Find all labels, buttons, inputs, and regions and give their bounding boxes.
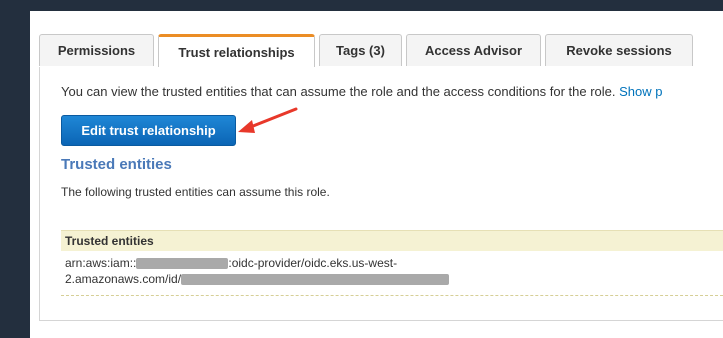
table-header: Trusted entities [61, 230, 723, 251]
arn-line2-prefix: 2.amazonaws.com/id/ [65, 272, 182, 286]
tab-content: You can view the trusted entities that c… [39, 67, 723, 321]
entity-line-2: 2.amazonaws.com/id/ [65, 271, 723, 287]
show-policy-link[interactable]: Show p [619, 84, 662, 99]
arn-middle: :oidc-provider/oidc.eks.us-west- [228, 256, 398, 270]
redacted-oidc-id [181, 274, 450, 286]
entity-line-1: arn:aws:iam:::oidc-provider/oidc.eks.us-… [65, 255, 723, 271]
role-details-panel: Permissions Trust relationships Tags (3)… [30, 11, 723, 338]
tab-access-advisor[interactable]: Access Advisor [406, 34, 541, 66]
edit-trust-relationship-button[interactable]: Edit trust relationship [61, 115, 236, 146]
description: You can view the trusted entities that c… [61, 84, 663, 99]
red-arrow-annotation [238, 107, 298, 133]
tab-trust-relationships[interactable]: Trust relationships [158, 34, 315, 67]
trusted-entities-subtitle: The following trusted entities can assum… [61, 185, 330, 199]
tab-tags[interactable]: Tags (3) [319, 34, 402, 66]
arn-prefix: arn:aws:iam:: [65, 256, 137, 270]
description-text: You can view the trusted entities that c… [61, 84, 620, 99]
tab-permissions[interactable]: Permissions [39, 34, 154, 66]
trusted-entities-title: Trusted entities [61, 156, 172, 173]
tab-revoke-sessions[interactable]: Revoke sessions [545, 34, 693, 66]
redacted-account-id [136, 258, 229, 270]
tab-bar: Permissions Trust relationships Tags (3)… [39, 22, 723, 68]
table-row: arn:aws:iam:::oidc-provider/oidc.eks.us-… [61, 251, 723, 296]
